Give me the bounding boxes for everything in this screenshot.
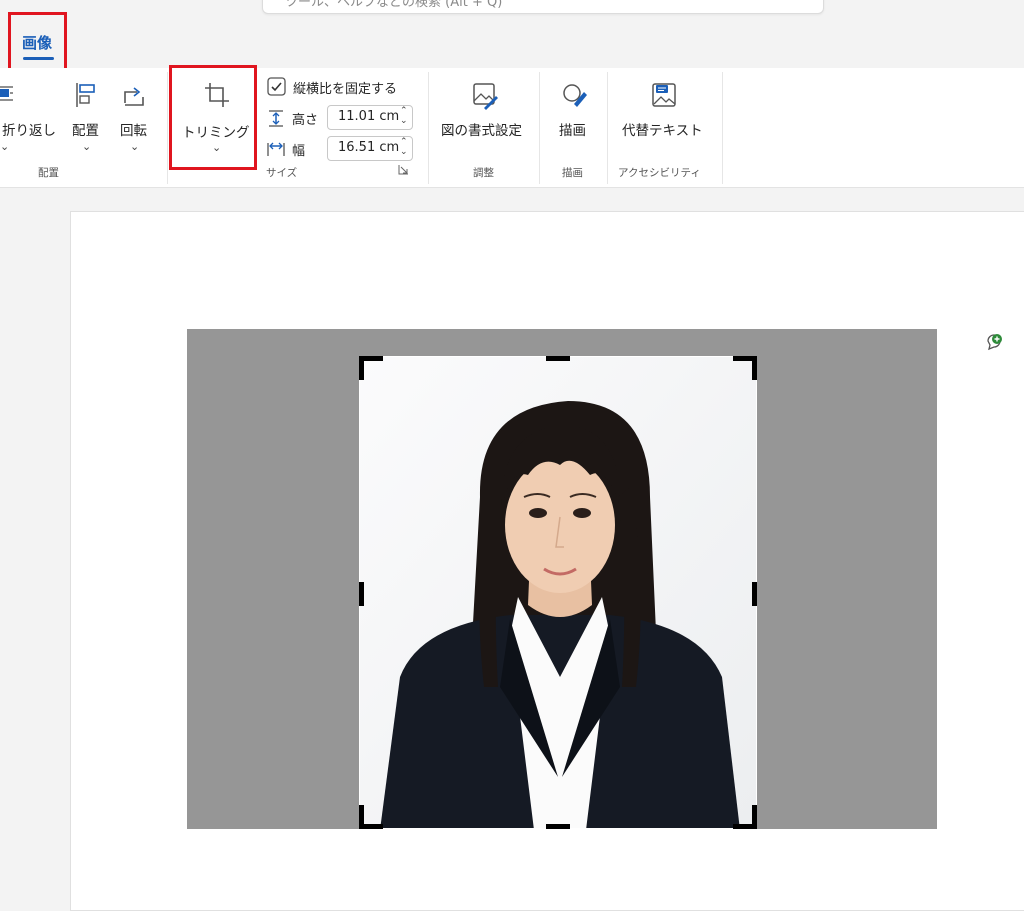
draw-button[interactable]: 描画 (559, 119, 586, 139)
chevron-down-icon[interactable]: ⌄ (0, 140, 9, 153)
width-label: 幅 (292, 144, 306, 159)
wrap-text-icon (0, 84, 14, 106)
crop-handle-top-left[interactable] (359, 356, 364, 380)
crop-handle-top-right[interactable] (752, 356, 757, 380)
adjust-group-label: 調整 (473, 167, 494, 179)
portrait-photo[interactable] (359, 356, 757, 829)
arrange-group-label: 配置 (38, 167, 59, 179)
crop-highlight-box (169, 65, 257, 170)
lock-aspect-checkbox[interactable] (267, 77, 286, 96)
group-separator (539, 72, 540, 184)
crop-handle-right[interactable] (752, 582, 757, 606)
draw-icon (560, 82, 588, 108)
alt-text-icon (651, 82, 677, 108)
rotate-button[interactable]: 回転 (120, 119, 147, 139)
rotate-icon (121, 82, 149, 108)
crop-handle-left[interactable] (359, 582, 364, 606)
width-icon (267, 141, 285, 157)
draw-group-label: 描画 (562, 167, 583, 179)
position-icon (74, 82, 98, 108)
chevron-down-icon[interactable]: ⌄ (82, 140, 91, 153)
chevron-down-icon[interactable]: ⌄ (130, 140, 139, 153)
portrait-image (360, 357, 756, 828)
group-separator (722, 72, 723, 184)
height-label: 高さ (292, 113, 319, 128)
size-group-label: サイズ (266, 167, 298, 179)
width-spinner[interactable]: ⌃ ⌄ (400, 137, 408, 157)
crop-handle-bottom[interactable] (546, 824, 570, 829)
search-input[interactable]: ツール、ヘルプなどの検索 (Alt + Q) (262, 0, 824, 14)
height-spinner[interactable]: ⌃ ⌄ (400, 106, 408, 126)
wrap-text-button[interactable]: 折り返し (2, 119, 56, 139)
crop-handle-bottom-right[interactable] (752, 805, 757, 829)
height-icon (268, 110, 284, 127)
size-dialog-launcher-icon[interactable] (398, 164, 409, 175)
alt-text-button[interactable]: 代替テキスト (622, 119, 703, 139)
tab-highlight-box (8, 12, 67, 73)
crop-handle-bottom-left[interactable] (359, 805, 364, 829)
format-picture-icon (472, 82, 498, 110)
add-comment-icon[interactable] (986, 333, 1004, 351)
accessibility-group-label: アクセシビリティ (618, 167, 701, 179)
lock-aspect-label: 縦横比を固定する (293, 82, 398, 97)
group-separator (607, 72, 608, 184)
group-separator (167, 72, 168, 184)
crop-handle-top[interactable] (546, 356, 570, 361)
width-value: 16.51 cm (338, 140, 400, 155)
group-separator (428, 72, 429, 184)
height-value: 11.01 cm (338, 109, 400, 124)
format-picture-button[interactable]: 図の書式設定 (441, 119, 522, 139)
position-button[interactable]: 配置 (72, 119, 99, 139)
